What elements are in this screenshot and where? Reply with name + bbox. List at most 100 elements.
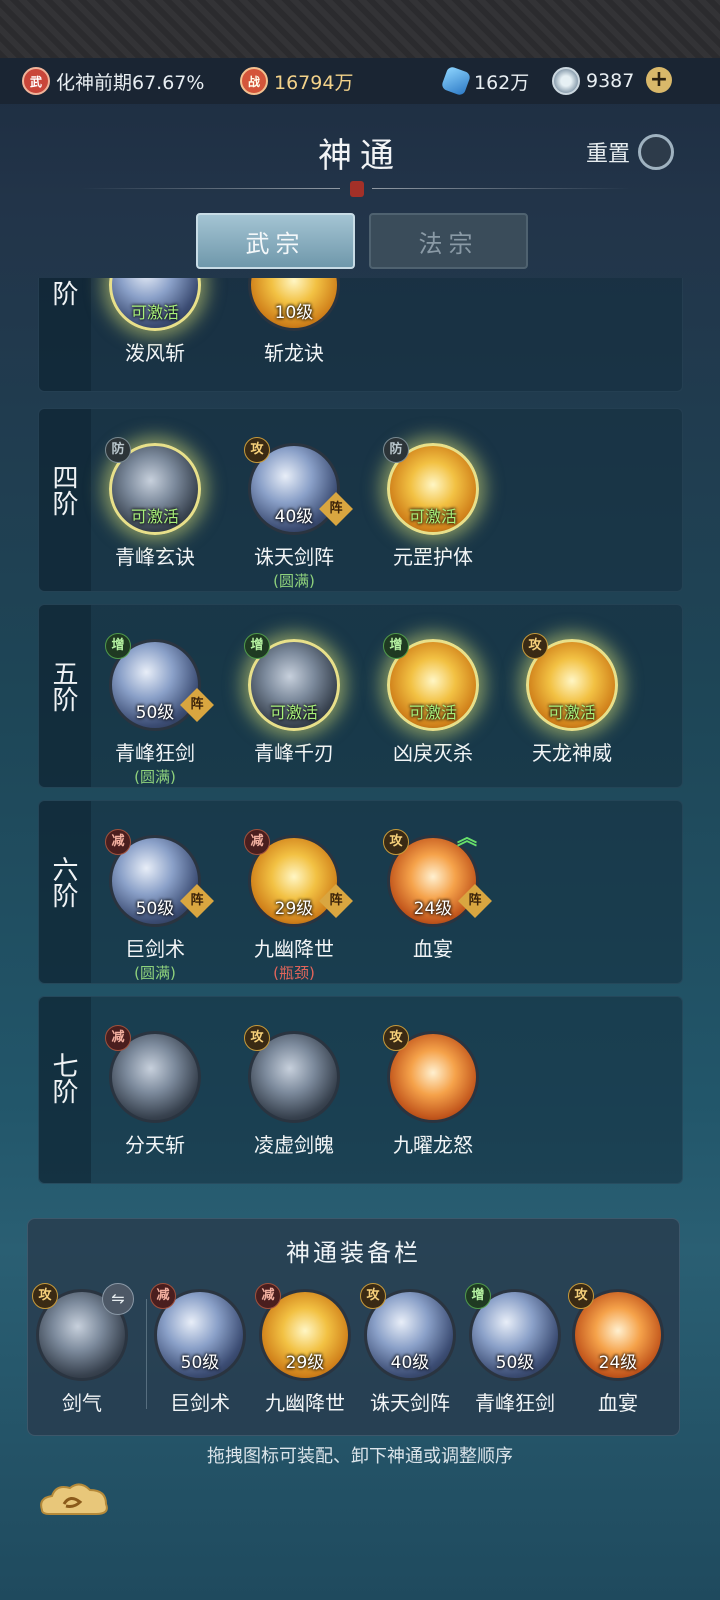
tier-7-label: 七阶 bbox=[48, 1052, 78, 1104]
skill-pofengzhan[interactable]: 可激活 泼风斩 bbox=[95, 278, 215, 366]
equip-slot-jiuyou-jiangshi[interactable]: 减 29级 九幽降世 bbox=[245, 1283, 365, 1416]
equip-slot-zhutian-jianzhen[interactable]: 攻 40级 诛天剑阵 bbox=[350, 1283, 470, 1416]
skill-name: 泼风斩 bbox=[125, 341, 185, 365]
crystal-value: 162万 bbox=[474, 71, 530, 94]
skill-name: 青峰玄诀 bbox=[115, 545, 195, 569]
skill-name: 血宴 bbox=[598, 1391, 638, 1415]
skill-level: 24级 bbox=[413, 899, 453, 919]
skill-qingfeng-kuangjian[interactable]: 增 阵 50级 青峰狂剑 (圆满) bbox=[95, 633, 215, 787]
skill-orb: 减 29级 bbox=[255, 1283, 351, 1381]
attack-badge-icon: 攻 bbox=[32, 1283, 58, 1309]
tier-label: 七阶 bbox=[39, 997, 91, 1183]
crystal-currency[interactable]: 162万 bbox=[440, 65, 530, 97]
tab-wuzong[interactable]: 武宗 bbox=[196, 213, 355, 269]
equip-slot-xueyan[interactable]: 攻 24级 血宴 bbox=[558, 1283, 678, 1416]
skill-name: 元罡护体 bbox=[393, 545, 473, 569]
skill-zhutian-jianzhen[interactable]: 攻 阵 40级 诛天剑阵 (圆满) bbox=[234, 437, 354, 591]
coin-currency[interactable]: 9387 bbox=[552, 67, 635, 95]
skill-orb: 防 可激活 bbox=[383, 437, 479, 535]
skill-orb: 可激活 bbox=[109, 278, 201, 331]
skill-orb: 减 50级 bbox=[150, 1283, 246, 1381]
skill-jujianshu[interactable]: 减 阵 50级 巨剑术 (圆满) bbox=[95, 829, 215, 983]
skill-orb: 10级 bbox=[248, 278, 340, 331]
reset-button[interactable]: 重置 bbox=[586, 134, 675, 170]
tab-fazong[interactable]: 法宗 bbox=[369, 213, 528, 269]
attack-badge-icon: 攻 bbox=[360, 1283, 386, 1309]
equip-slot-qingfeng-kuangjian[interactable]: 增 50级 青峰狂剑 bbox=[455, 1283, 575, 1416]
coin-icon bbox=[552, 67, 580, 95]
skill-tree-scroll[interactable]: 三阶 可激活 泼风斩 10级 斩龙诀 四阶 防 可激活 青峰玄诀 攻 阵 40级… bbox=[0, 278, 720, 1208]
skill-name: 凌虚剑魄 bbox=[254, 1133, 334, 1157]
tier-3: 三阶 可激活 泼风斩 10级 斩龙诀 bbox=[38, 278, 683, 392]
combat-power-icon: 战 bbox=[240, 67, 268, 95]
realm-progress[interactable]: 武 化神前期67.67% bbox=[22, 67, 205, 95]
skill-orb: 攻 ︽ 阵 24级 bbox=[383, 825, 492, 927]
debuff-badge-icon: 减 bbox=[105, 829, 131, 855]
top-banner bbox=[0, 0, 720, 58]
buff-badge-icon: 增 bbox=[465, 1283, 491, 1309]
realm-text: 化神前期67.67% bbox=[56, 71, 205, 94]
swap-icon[interactable]: ⇋ bbox=[102, 1283, 134, 1315]
skill-name: 血宴 bbox=[413, 937, 453, 961]
equip-slot-jianqi[interactable]: 攻 ⇋ 剑气 bbox=[22, 1283, 142, 1416]
skill-fentianzhan[interactable]: 减 分天斩 bbox=[95, 1025, 215, 1158]
activatable-label: 可激活 bbox=[130, 507, 179, 526]
activatable-label: 可激活 bbox=[547, 703, 596, 722]
combat-power[interactable]: 战 16794万 bbox=[240, 67, 353, 95]
skill-orb: 攻 bbox=[383, 1025, 479, 1123]
skill-zhanlongjue[interactable]: 10级 斩龙诀 bbox=[234, 278, 354, 366]
skill-orb: 防 可激活 bbox=[105, 437, 201, 535]
skill-jiuyao-longnu[interactable]: 攻 九曜龙怒 bbox=[373, 1025, 493, 1158]
skill-note: (圆满) bbox=[134, 768, 176, 786]
tier-label: 五阶 bbox=[39, 605, 91, 787]
skill-name: 诛天剑阵 bbox=[370, 1391, 450, 1415]
skill-name: 斩龙诀 bbox=[264, 341, 324, 365]
skill-qingfeng-qianren[interactable]: 增 可激活 青峰千刃 bbox=[234, 633, 354, 766]
reset-label: 重置 bbox=[586, 142, 631, 167]
skill-jiuyou-jiangshi[interactable]: 减 阵 29级 九幽降世 (瓶颈) bbox=[234, 829, 354, 983]
skill-name: 凶戾灭杀 bbox=[393, 741, 473, 765]
equip-bar: 神通装备栏 攻 ⇋ 剑气 减 50级 巨剑术 减 29级 九幽降世 攻 40级 … bbox=[27, 1218, 680, 1436]
equip-slot-jujianshu[interactable]: 减 50级 巨剑术 bbox=[140, 1283, 260, 1416]
tier-6-label: 六阶 bbox=[48, 856, 78, 908]
skill-qingfeng-xuanjue[interactable]: 防 可激活 青峰玄诀 bbox=[95, 437, 215, 570]
debuff-badge-icon: 减 bbox=[150, 1283, 176, 1309]
add-currency-button[interactable]: + bbox=[646, 67, 672, 93]
attack-badge-icon: 攻 bbox=[244, 437, 270, 463]
title-divider-left bbox=[80, 188, 340, 189]
debuff-badge-icon: 减 bbox=[244, 829, 270, 855]
attack-badge-icon: 攻 bbox=[568, 1283, 594, 1309]
skill-orb: 攻 40级 bbox=[360, 1283, 456, 1381]
skill-level: 29级 bbox=[274, 899, 314, 919]
skill-level: 24级 bbox=[598, 1353, 638, 1373]
skill-level: 50级 bbox=[180, 1353, 220, 1373]
defense-badge-icon: 防 bbox=[105, 437, 131, 463]
skill-name: 九幽降世 bbox=[265, 1391, 345, 1415]
skill-name: 诛天剑阵 bbox=[254, 545, 334, 569]
skill-orb: 减 阵 50级 bbox=[105, 829, 214, 927]
skill-orb: 攻 可激活 bbox=[522, 633, 618, 731]
drag-hint: 拖拽图标可装配、卸下神通或调整顺序 bbox=[207, 1446, 513, 1467]
buff-badge-icon: 增 bbox=[244, 633, 270, 659]
skill-orb: 减 阵 29级 bbox=[244, 829, 353, 927]
skill-orb: 增 可激活 bbox=[383, 633, 479, 731]
skill-orb: 攻 24级 bbox=[568, 1283, 664, 1381]
coin-value: 9387 bbox=[586, 70, 635, 92]
skill-name: 分天斩 bbox=[125, 1133, 185, 1157]
skill-level: 50级 bbox=[495, 1353, 535, 1373]
defense-badge-icon: 防 bbox=[383, 437, 409, 463]
skill-tianlong-shenwei[interactable]: 攻 可激活 天龙神威 bbox=[512, 633, 632, 766]
cloud-menu-icon[interactable] bbox=[36, 1480, 112, 1520]
tier-label: 六阶 bbox=[39, 801, 91, 983]
skill-yuangang-huti[interactable]: 防 可激活 元罡护体 bbox=[373, 437, 493, 570]
skill-xiongli-miesha[interactable]: 增 可激活 凶戾灭杀 bbox=[373, 633, 493, 766]
skill-name: 天龙神威 bbox=[532, 741, 612, 765]
skill-note: (圆满) bbox=[134, 964, 176, 982]
skill-orb: 增 阵 50级 bbox=[105, 633, 214, 731]
skill-lingxu-jianpo[interactable]: 攻 凌虚剑魄 bbox=[234, 1025, 354, 1158]
realm-icon: 武 bbox=[22, 67, 50, 95]
skill-orb: 攻 ⇋ bbox=[32, 1283, 134, 1381]
skill-xueyan[interactable]: 攻 ︽ 阵 24级 血宴 bbox=[373, 825, 493, 962]
tier-4-label: 四阶 bbox=[48, 464, 78, 516]
skill-level: 10级 bbox=[274, 303, 314, 323]
